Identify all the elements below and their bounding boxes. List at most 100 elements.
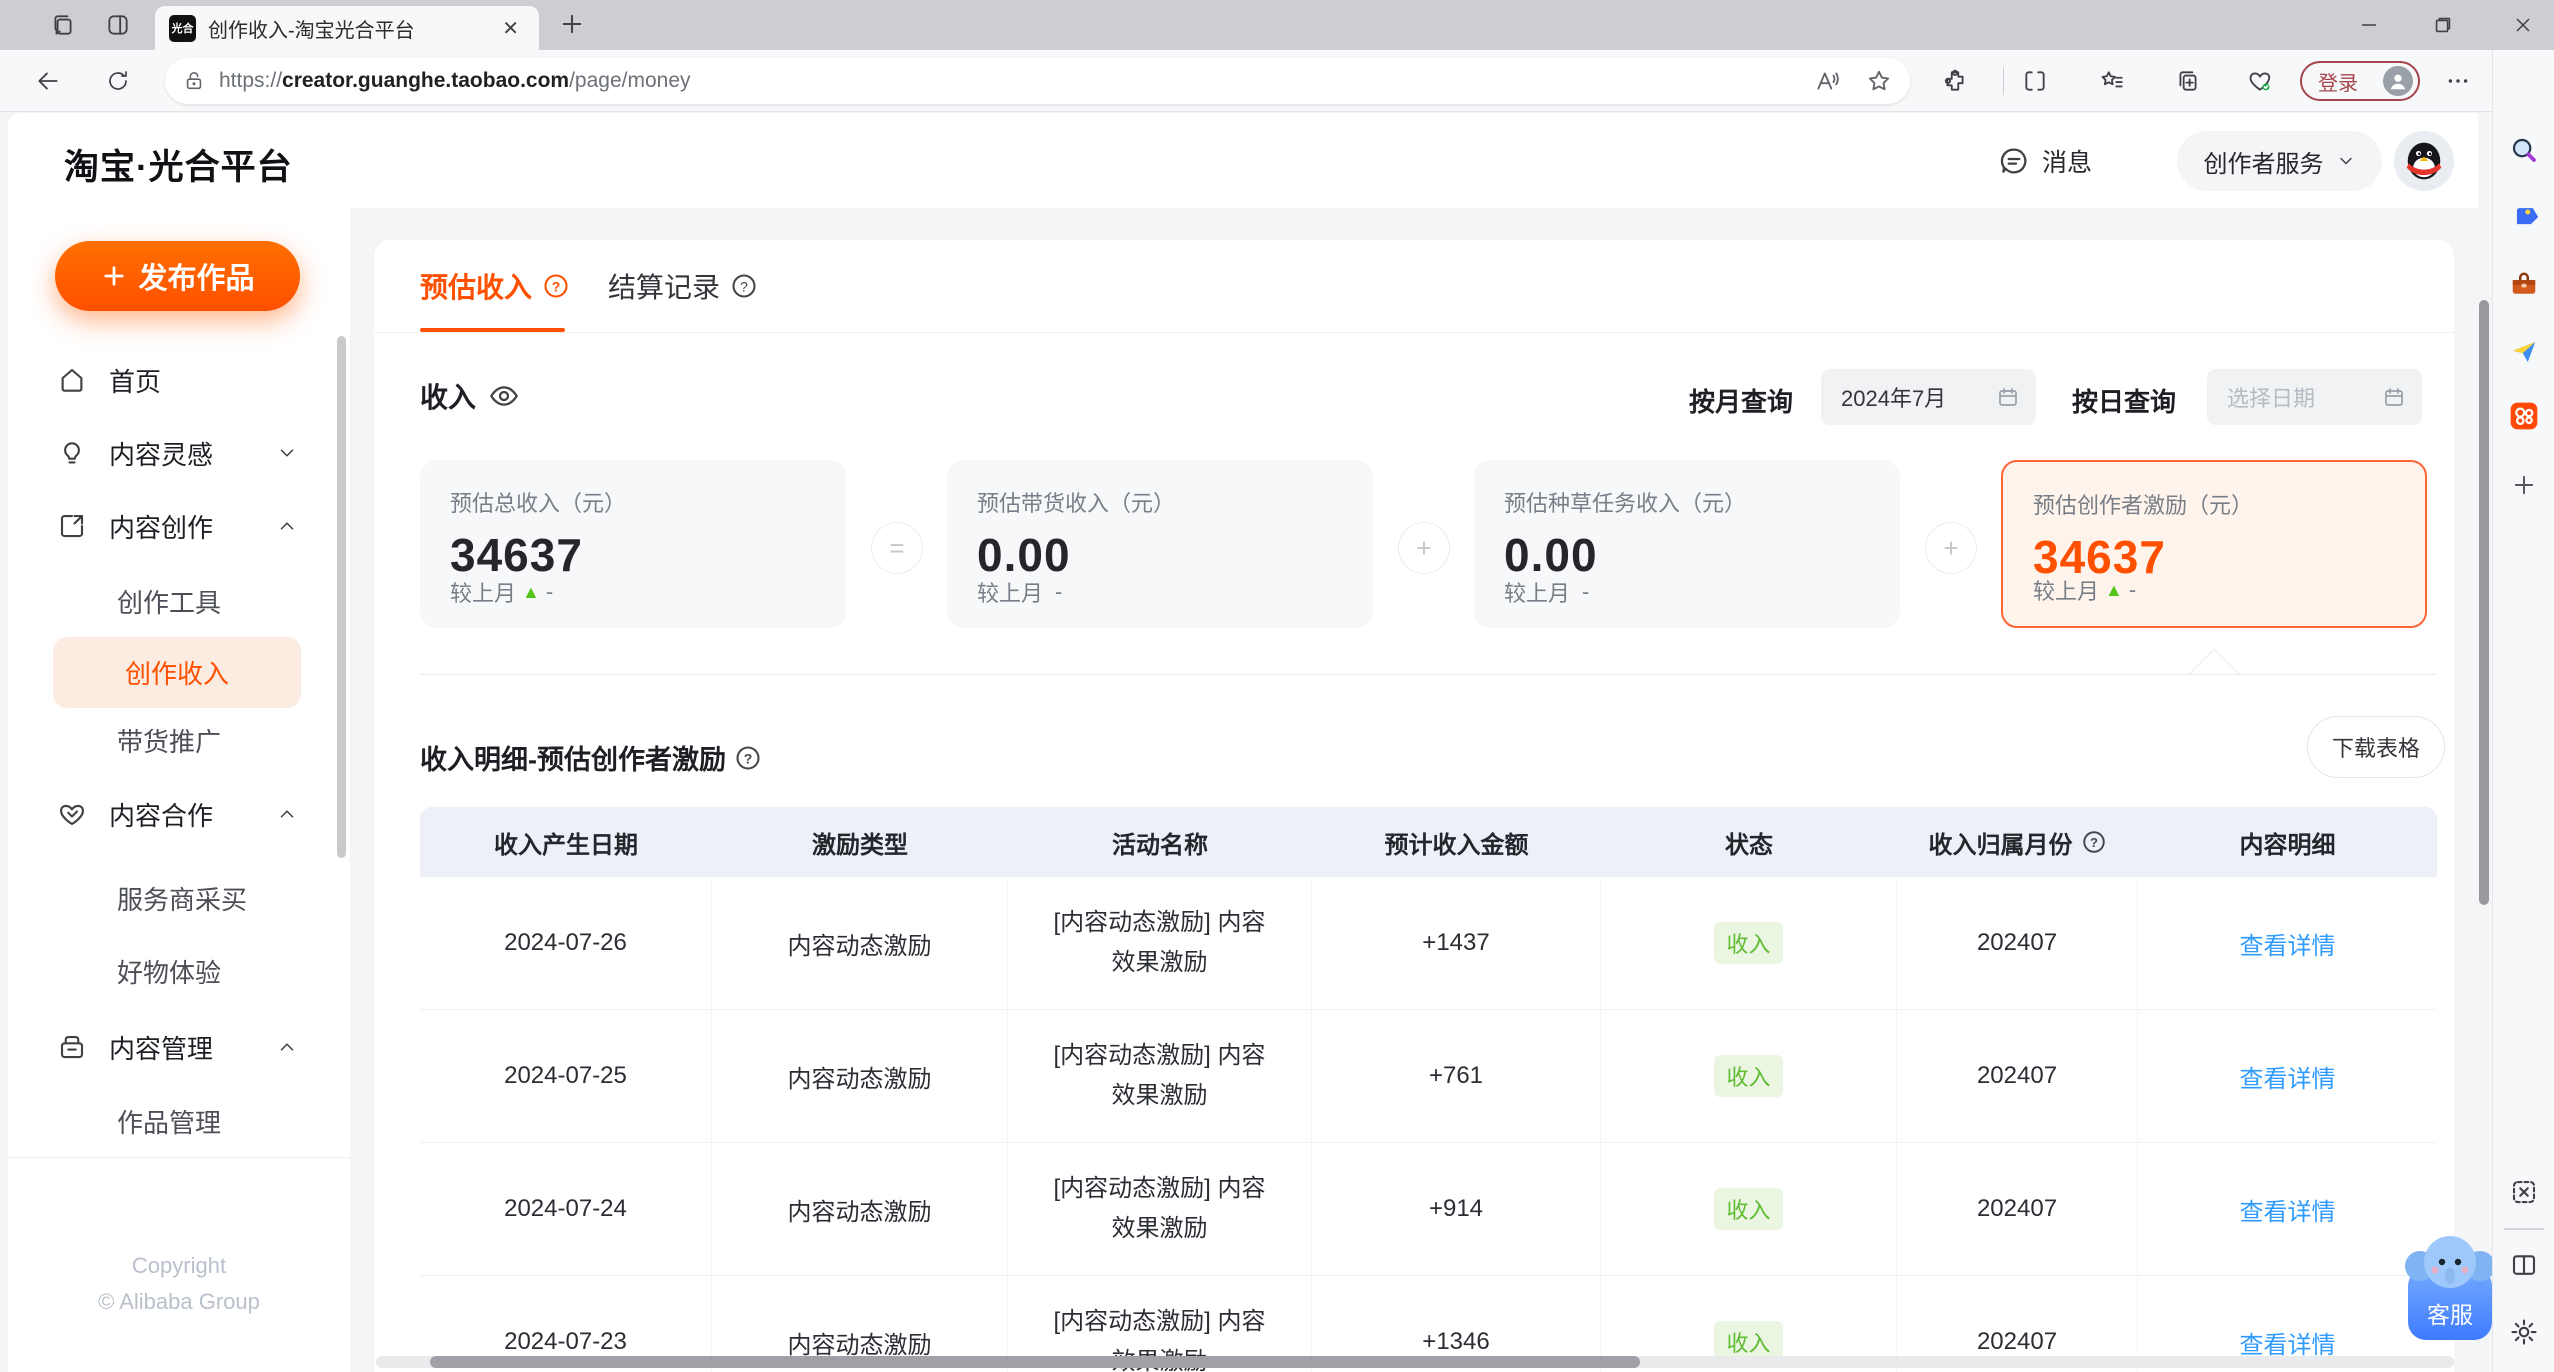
favorites-bar-icon[interactable] (2092, 61, 2132, 101)
user-avatar[interactable] (2394, 131, 2454, 191)
eye-icon[interactable] (488, 380, 520, 412)
back-icon[interactable] (28, 61, 68, 101)
month-filter-input[interactable]: 2024年7月 (1821, 369, 2036, 425)
extensions-icon[interactable] (1935, 61, 1975, 101)
card-seeding-task-income[interactable]: 预估种草任务收入（元） 0.00 较上月 - (1474, 460, 1900, 628)
sidebar-item-service-purchase[interactable]: 服务商采买 (117, 870, 247, 926)
publish-work-button[interactable]: 发布作品 (55, 241, 300, 311)
cell-date: 2024-07-24 (420, 1143, 712, 1275)
creator-service-dropdown[interactable]: 创作者服务 (2177, 131, 2382, 191)
copyright-text: Copyright © Alibaba Group (98, 1253, 260, 1314)
help-icon[interactable]: ? (734, 744, 762, 772)
help-icon[interactable]: ? (2081, 829, 2107, 855)
window-close-button[interactable] (2508, 12, 2538, 38)
chevron-up-icon (280, 1043, 294, 1051)
view-details-link[interactable]: 查看详情 (2240, 1192, 2336, 1227)
workspaces-icon[interactable] (50, 12, 76, 38)
profile-avatar-icon (2383, 66, 2413, 96)
site-favicon: 光合 (169, 14, 196, 42)
chevron-up-icon (280, 522, 294, 530)
window-restore-button[interactable] (2428, 12, 2458, 38)
page-horizontal-scrollbar-thumb[interactable] (430, 1356, 1640, 1368)
sidebar-tools-icon[interactable] (2504, 265, 2544, 305)
card-sales-income[interactable]: 预估带货收入（元） 0.00 较上月 - (947, 460, 1373, 628)
messages-button[interactable]: 消息 (1998, 143, 2092, 179)
sidebar-layout-icon[interactable] (2504, 1245, 2544, 1285)
sidebar-item-creation[interactable]: 内容创作 (8, 498, 350, 554)
equals-operator: = (871, 522, 923, 574)
archive-icon (60, 1035, 84, 1059)
read-aloud-icon[interactable] (1814, 68, 1840, 94)
sidebar-settings-icon[interactable] (2504, 1312, 2544, 1352)
split-screen-icon[interactable] (2015, 61, 2055, 101)
sidebar-item-cooperation[interactable]: 内容合作 (8, 786, 350, 842)
tab-title: 创作收入-淘宝光合平台 (208, 19, 415, 42)
sidebar-search-icon[interactable] (2504, 130, 2544, 170)
sidebar-item-promotion[interactable]: 带货推广 (117, 712, 221, 768)
cell-month: 202407 (1897, 1143, 2138, 1275)
sidebar-item-goods-experience[interactable]: 好物体验 (117, 943, 221, 999)
collections-icon[interactable] (2168, 61, 2208, 101)
new-tab-button[interactable] (558, 10, 586, 38)
chevron-down-icon (2339, 157, 2352, 165)
browser-toolbar: https://creator.guanghe.taobao.com/page/… (0, 50, 2554, 112)
card-creator-incentive[interactable]: 预估创作者激励（元） 34637 较上月 ▲ - (2001, 460, 2427, 628)
sidebar-send-icon[interactable] (2504, 332, 2544, 372)
download-table-button[interactable]: 下载表格 (2307, 716, 2445, 778)
left-sidebar: 发布作品 首页 内容灵感 内容创作 创作工具 创作收入 带货推广 内容合作 服务… (8, 208, 350, 1372)
site-logo[interactable]: 淘宝·光合平台 (64, 139, 293, 190)
cell-detail: 查看详情 (2138, 1143, 2437, 1275)
cell-activity: [内容动态激励] 内容效果激励 (1008, 1143, 1312, 1275)
cell-status: 收入 (1601, 1010, 1897, 1142)
view-details-link[interactable]: 查看详情 (2240, 1059, 2336, 1094)
sidebar-screenshot-icon[interactable] (2504, 1172, 2544, 1212)
day-filter-input[interactable]: 选择日期 (2207, 369, 2422, 425)
svg-text:?: ? (2090, 835, 2098, 850)
view-details-link[interactable]: 查看详情 (2240, 926, 2336, 961)
page-horizontal-scrollbar-track[interactable] (376, 1356, 2454, 1368)
sidebar-item-inspiration[interactable]: 内容灵感 (8, 425, 350, 481)
income-table: 收入产生日期 激励类型 活动名称 预计收入金额 状态 收入归属月份 ? 内容明细… (420, 807, 2437, 1372)
plus-operator: + (1398, 522, 1450, 574)
customer-service-float[interactable]: 客服 (2402, 1228, 2498, 1344)
tab-estimated-income[interactable]: 预估收入 ? (420, 240, 570, 332)
address-bar[interactable]: https://creator.guanghe.taobao.com/page/… (165, 58, 1910, 104)
browser-essentials-icon[interactable] (2240, 61, 2280, 101)
tab-actions-icon[interactable] (105, 12, 131, 38)
col-activity: 活动名称 (1112, 831, 1208, 859)
browser-tab[interactable]: 光合 创作收入-淘宝光合平台 ✕ (155, 6, 539, 50)
sidebar-item-works-management[interactable]: 作品管理 (117, 1093, 221, 1149)
tab-settlement-records[interactable]: 结算记录 ? (608, 240, 758, 332)
page-vertical-scrollbar[interactable] (2479, 300, 2489, 905)
qq-penguin-icon (2406, 142, 2442, 180)
cell-activity: [内容动态激励] 内容效果激励 (1008, 877, 1312, 1009)
sidebar-item-creation-tools[interactable]: 创作工具 (117, 573, 221, 629)
sidebar-item-home[interactable]: 首页 (8, 352, 350, 408)
sidebar-kuaishou-icon[interactable] (2504, 396, 2544, 436)
sidebar-shopping-icon[interactable] (2504, 197, 2544, 237)
sidebar-item-content-management[interactable]: 内容管理 (8, 1019, 350, 1075)
window-minimize-button[interactable] (2354, 12, 2384, 38)
browser-login-button[interactable]: 登录 (2300, 61, 2420, 101)
home-icon (61, 368, 83, 392)
sidebar-item-creation-income[interactable]: 创作收入 (53, 637, 301, 708)
message-icon (2000, 148, 2027, 174)
status-badge: 收入 (1714, 1188, 1783, 1230)
edge-sidebar (2492, 50, 2554, 1372)
table-row: 2024-07-26 内容动态激励 [内容动态激励] 内容效果激励 +1437 … (420, 877, 2437, 1010)
browser-titlebar: 光合 创作收入-淘宝光合平台 ✕ (0, 0, 2554, 50)
status-badge: 收入 (1714, 922, 1783, 964)
refresh-icon[interactable] (98, 61, 138, 101)
tab-close-icon[interactable]: ✕ (496, 14, 525, 43)
cell-type: 内容动态激励 (712, 1010, 1008, 1142)
lock-icon (186, 71, 202, 90)
sidebar-scrollbar[interactable] (337, 336, 346, 858)
cell-status: 收入 (1601, 877, 1897, 1009)
sidebar-add-icon[interactable] (2504, 465, 2544, 505)
cell-activity: [内容动态激励] 内容效果激励 (1008, 1010, 1312, 1142)
favorite-star-icon[interactable] (1866, 68, 1892, 94)
card-total-income[interactable]: 预估总收入（元） 34637 较上月 ▲ - (420, 460, 846, 628)
view-details-link[interactable]: 查看详情 (2240, 1325, 2336, 1360)
settings-more-icon[interactable] (2438, 61, 2478, 101)
cell-amount: +1437 (1312, 877, 1601, 1009)
